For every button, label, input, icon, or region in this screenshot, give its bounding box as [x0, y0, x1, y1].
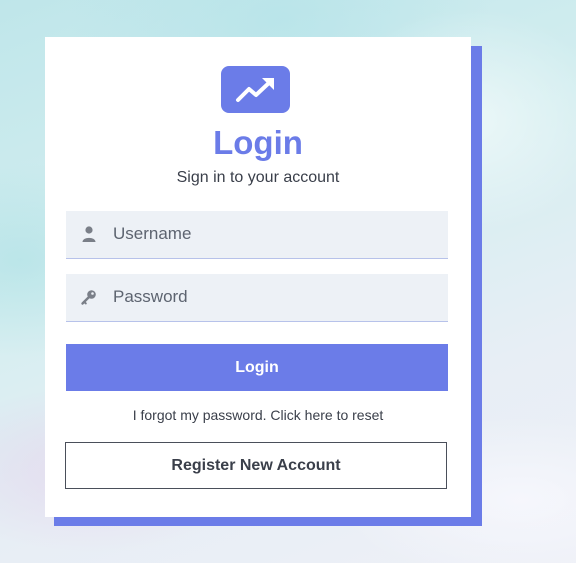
password-field[interactable]	[66, 274, 448, 322]
page-title: Login	[213, 124, 303, 161]
trending-up-icon	[221, 66, 290, 113]
login-card: Login Sign in to your account Login I fo…	[45, 37, 471, 517]
username-input[interactable]	[113, 211, 433, 257]
forgot-password-link[interactable]: I forgot my password. Click here to rese…	[45, 406, 471, 424]
login-button[interactable]: Login	[66, 344, 448, 391]
user-icon	[80, 225, 98, 243]
register-button[interactable]: Register New Account	[65, 442, 447, 489]
username-field[interactable]	[66, 211, 448, 259]
password-input[interactable]	[113, 274, 433, 320]
page-subtitle: Sign in to your account	[176, 169, 340, 186]
key-icon	[80, 288, 98, 306]
